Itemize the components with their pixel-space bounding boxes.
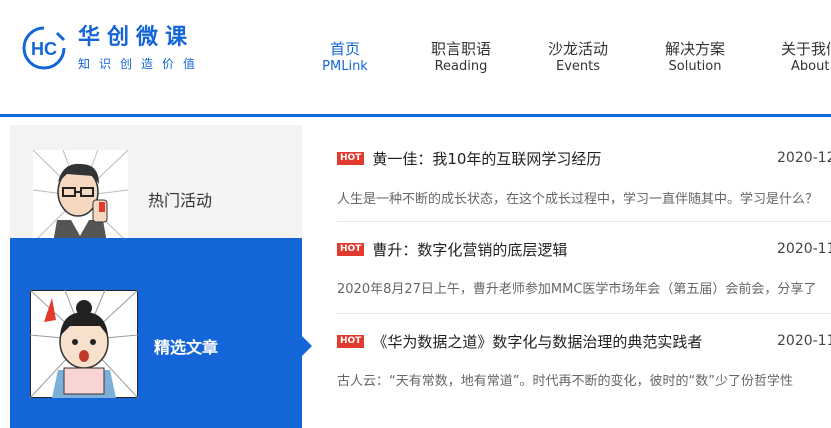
site-header: HC 华创微课 知识创造价值 首页 PMLink 职言职语 Reading 沙龙…	[0, 0, 831, 114]
article-title[interactable]: 黄一佳：我10年的互联网学习经历	[372, 150, 601, 168]
sidebar-item-featured-articles[interactable]: 精选文章	[10, 238, 302, 428]
article-title-row: HOT 曹升：数字化营销的底层逻辑	[337, 239, 567, 261]
nav-item-about[interactable]: 关于我们 About	[781, 40, 831, 76]
article-summary: 古人云：“天有常数，地有常道”。时代再不断的变化，彼时的“数”少了份哲学性	[337, 374, 793, 389]
active-pointer-arrow	[302, 336, 312, 356]
category-sidebar: 热门活动 精选文章	[10, 125, 302, 428]
hot-badge: HOT	[337, 243, 365, 256]
article-title-row: HOT 黄一佳：我10年的互联网学习经历	[337, 148, 601, 170]
sidebar-item-label: 热门活动	[148, 191, 213, 210]
divider	[337, 313, 831, 314]
article-summary: 人生是一种不断的成长状态，在这个成长过程中，学习一直伴随其中。学习是什么？	[337, 192, 819, 207]
main-nav: 首页 PMLink 职言职语 Reading 沙龙活动 Events 解决方案 …	[0, 40, 831, 80]
nav-about-cn: 关于我们	[781, 40, 831, 58]
article-title[interactable]: 《华为数据之道》数字化与数据治理的典范实践者	[372, 333, 702, 351]
nav-item-solution[interactable]: 解决方案 Solution	[645, 40, 745, 76]
article-date: 2020-11	[777, 241, 831, 257]
sidebar-item-label: 精选文章	[154, 338, 219, 357]
nav-solution-en: Solution	[668, 59, 722, 74]
nav-events-cn: 沙龙活动	[547, 40, 608, 58]
sidebar-item-hot-events[interactable]: 热门活动	[10, 125, 302, 243]
nav-events-en: Events	[555, 59, 600, 74]
nav-reading-cn: 职言职语	[430, 40, 491, 58]
cartoon-woman-reading-icon	[30, 290, 138, 398]
nav-home-cn: 首页	[329, 40, 360, 58]
nav-item-home[interactable]: 首页 PMLink	[295, 40, 395, 76]
header-divider	[0, 114, 831, 117]
article-title[interactable]: 曹升：数字化营销的底层逻辑	[372, 241, 567, 259]
hot-badge: HOT	[337, 335, 365, 348]
divider	[337, 221, 831, 222]
article-title-row: HOT 《华为数据之道》数字化与数据治理的典范实践者	[337, 331, 702, 353]
nav-item-events[interactable]: 沙龙活动 Events	[528, 40, 628, 76]
nav-about-en: About	[791, 59, 830, 74]
nav-item-reading[interactable]: 职言职语 Reading	[411, 40, 511, 76]
cartoon-man-glasses-icon	[33, 150, 128, 243]
article-summary: 2020年8月27日上午，曹升老师参加MMC医学市场年会（第五届）会前会，分享了	[337, 282, 817, 297]
nav-home-en: PMLink	[322, 59, 368, 74]
article-date: 2020-11	[777, 333, 831, 349]
hot-badge: HOT	[337, 152, 365, 165]
nav-solution-cn: 解决方案	[664, 40, 725, 58]
nav-reading-en: Reading	[434, 59, 488, 74]
article-date: 2020-12	[777, 150, 831, 166]
